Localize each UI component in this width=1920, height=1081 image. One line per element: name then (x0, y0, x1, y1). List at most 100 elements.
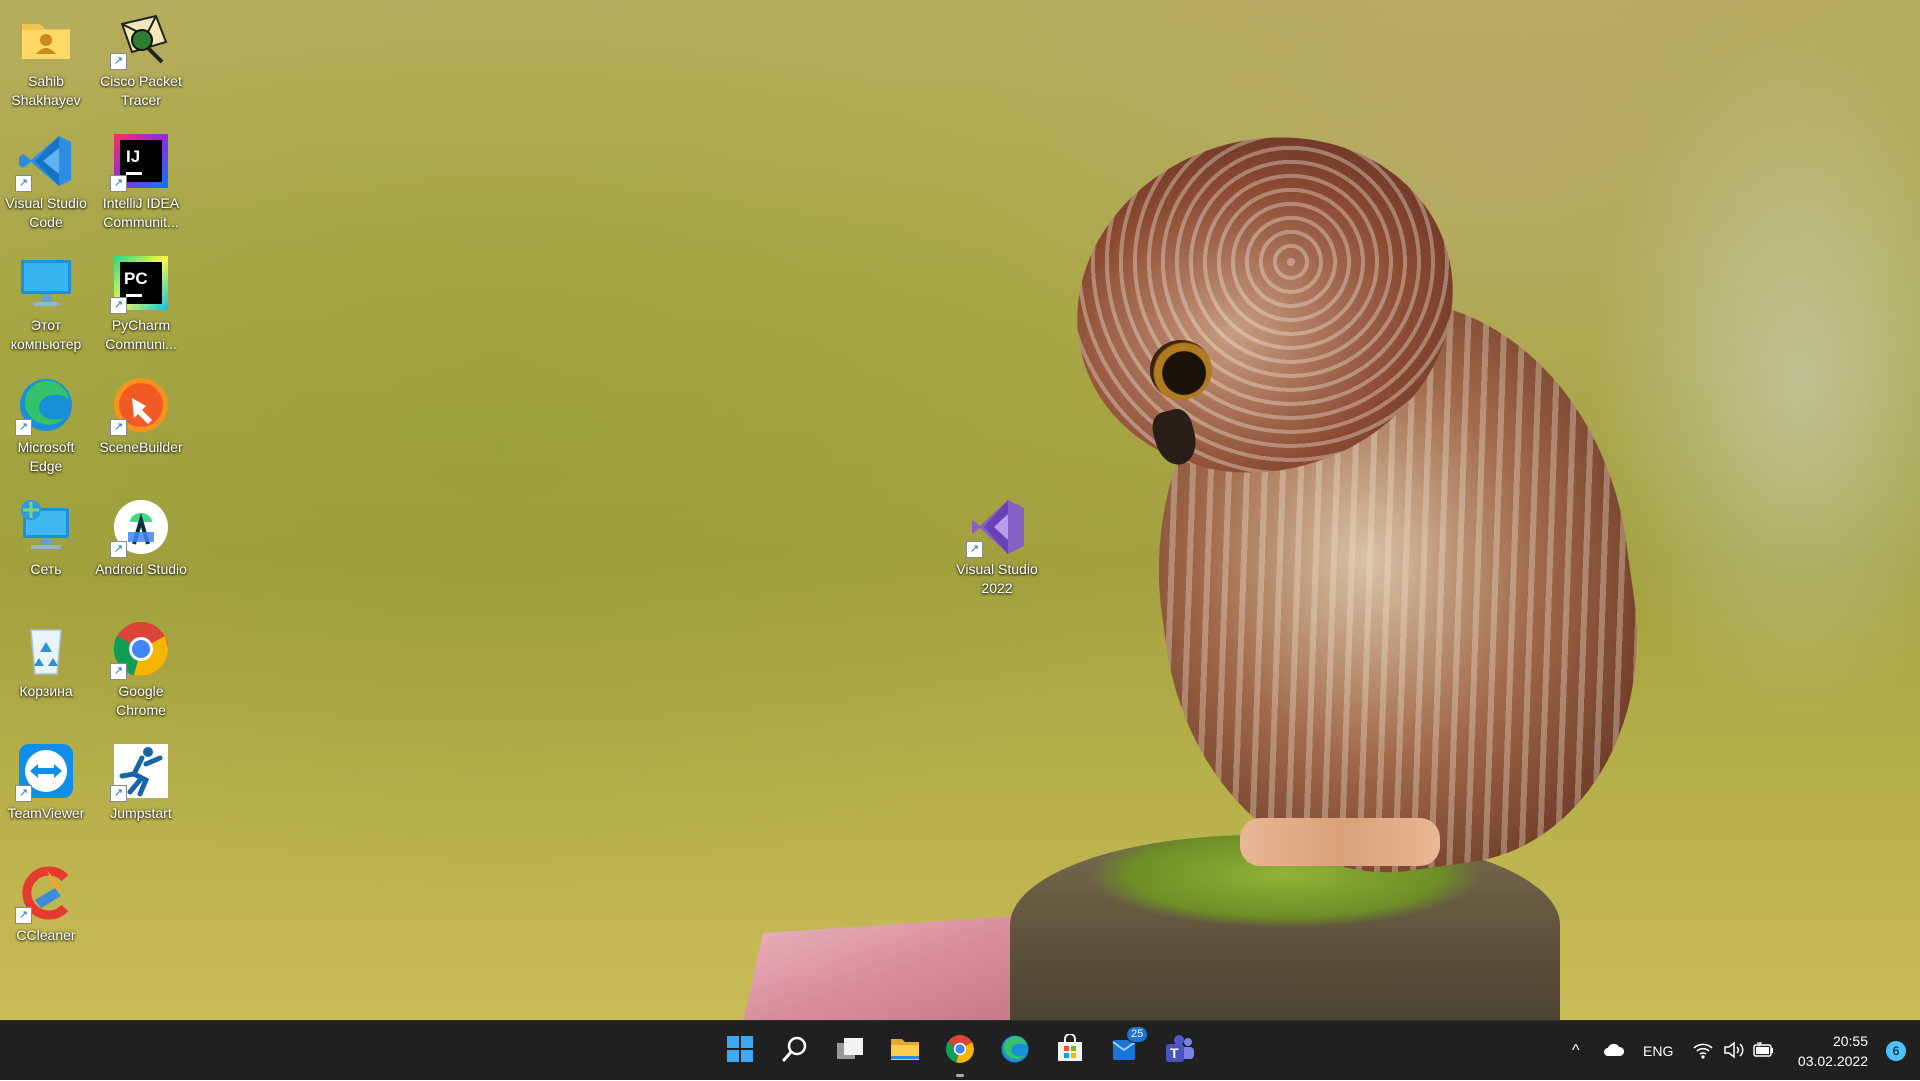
clock-date: 03.02.2022 (1797, 1053, 1868, 1069)
teams-taskbar-button[interactable]: T (1160, 1031, 1200, 1071)
desktop-icon-visual-studio[interactable]: ↗ Visual Studio 2022 (951, 494, 1043, 598)
store-icon (1055, 1032, 1085, 1069)
wallpaper-owl-feet (1240, 818, 1440, 866)
volume-tray-button[interactable] (1723, 1021, 1745, 1081)
desktop-icon-label: Корзина (19, 683, 73, 699)
desktop-icon-ccleaner[interactable]: ↗ CCleaner (0, 860, 92, 945)
show-hidden-icons-button[interactable]: ^ (1572, 1021, 1580, 1081)
desktop-icon-teamviewer[interactable]: ↗ TeamViewer (0, 738, 92, 823)
desktop-icon-cisco-packet-tracer[interactable]: ↗ Cisco Packet Tracer (95, 6, 187, 110)
shortcut-arrow-icon: ↗ (110, 663, 127, 680)
network-icon (17, 498, 75, 556)
language-label: ENG (1643, 1043, 1674, 1059)
shortcut-arrow-icon: ↗ (110, 53, 127, 70)
desktop-icon-label: Sahib Shakhayev (11, 73, 81, 108)
speaker-icon (1723, 1040, 1745, 1062)
teamviewer-icon: ↗ (15, 742, 75, 802)
desktop-icon-label: Visual Studio Code (5, 195, 87, 230)
notification-badge[interactable]: 6 (1886, 1041, 1906, 1061)
desktop-icon-vscode[interactable]: ↗ Visual Studio Code (0, 128, 92, 232)
search-button[interactable] (775, 1031, 815, 1071)
shortcut-arrow-icon: ↗ (110, 175, 127, 192)
wifi-icon (1693, 1041, 1713, 1062)
desktop-icon-intellij[interactable]: IJ ↗ IntelliJ IDEA Communit... (95, 128, 187, 232)
desktop-icon-edge[interactable]: ↗ Microsoft Edge (0, 372, 92, 476)
recycle-bin-icon (17, 620, 75, 678)
wallpaper-pink-stone (740, 915, 1030, 1020)
onedrive-tray-button[interactable] (1603, 1021, 1625, 1081)
shortcut-arrow-icon: ↗ (110, 297, 127, 314)
windows-start-icon (726, 1035, 754, 1068)
shortcut-arrow-icon: ↗ (15, 907, 32, 924)
svg-text:IJ: IJ (126, 147, 140, 166)
desktop-icon-label: Visual Studio 2022 (956, 561, 1038, 596)
android-studio-icon: ↗ (110, 498, 170, 558)
desktop-icon-label: PyCharm Communi... (105, 317, 177, 352)
desktop-icon-jumpstart[interactable]: ↗ Jumpstart (95, 738, 187, 823)
shortcut-arrow-icon: ↗ (110, 419, 127, 436)
mail-icon: 25 (1110, 1025, 1149, 1069)
network-tray-button[interactable] (1693, 1021, 1713, 1081)
pycharm-icon: PC ↗ (110, 254, 170, 314)
desktop-icon-recycle-bin[interactable]: Корзина (0, 616, 92, 701)
jumpstart-icon: ↗ (110, 742, 170, 802)
language-indicator[interactable]: ENG (1643, 1021, 1673, 1081)
this-pc-icon (17, 254, 75, 312)
desktop-icon-label: Jumpstart (110, 805, 172, 821)
shortcut-arrow-icon: ↗ (15, 175, 32, 192)
battery-charging-icon (1753, 1041, 1775, 1062)
taskbar: 25 T ^ ENG 20:55 03.02.2022 6 (0, 1020, 1920, 1080)
teams-icon: T (1164, 1034, 1196, 1069)
desktop-icon-label: IntelliJ IDEA Communit... (102, 195, 180, 230)
edge-icon (1000, 1034, 1030, 1069)
shortcut-arrow-icon: ↗ (110, 785, 127, 802)
edge-icon: ↗ (15, 376, 75, 436)
visual-studio-icon: ↗ (966, 498, 1026, 558)
scenebuilder-icon: ↗ (110, 376, 170, 436)
desktop-icon-label: Android Studio (95, 561, 187, 577)
desktop-icon-label: CCleaner (16, 927, 76, 943)
desktop-icon-label: Сеть (30, 561, 62, 577)
desktop-icon-pycharm[interactable]: PC ↗ PyCharm Communi... (95, 250, 187, 354)
mail-badge: 25 (1126, 1025, 1149, 1043)
user-folder-icon (17, 10, 75, 68)
store-taskbar-button[interactable] (1050, 1031, 1090, 1071)
task-view-icon (835, 1035, 865, 1068)
desktop-icon-label: Этот компьютер (10, 317, 82, 352)
desktop-icon-label: TeamViewer (7, 805, 85, 821)
desktop-icon-label: SceneBuilder (99, 439, 183, 455)
start-button[interactable] (720, 1031, 760, 1071)
shortcut-arrow-icon: ↗ (966, 541, 983, 558)
clock[interactable]: 20:55 03.02.2022 (1798, 1031, 1868, 1071)
svg-text:PC: PC (124, 269, 148, 288)
clock-time: 20:55 (1832, 1033, 1868, 1049)
cisco-packet-tracer-icon: ↗ (110, 10, 170, 70)
chrome-icon: ↗ (110, 620, 170, 680)
intellij-icon: IJ ↗ (110, 132, 170, 192)
desktop-icon-scenebuilder[interactable]: ↗ SceneBuilder (95, 372, 187, 457)
desktop-icon-user-folder[interactable]: Sahib Shakhayev (0, 6, 92, 110)
ccleaner-icon: ↗ (15, 864, 75, 924)
edge-taskbar-button[interactable] (995, 1031, 1035, 1071)
desktop-icon-label: Cisco Packet Tracer (100, 73, 182, 108)
mail-taskbar-button[interactable]: 25 (1105, 1025, 1149, 1071)
cloud-icon (1603, 1042, 1625, 1061)
desktop-icon-chrome[interactable]: ↗ Google Chrome (95, 616, 187, 720)
search-icon (781, 1035, 809, 1068)
desktop-icon-network[interactable]: Сеть (0, 494, 92, 579)
shortcut-arrow-icon: ↗ (110, 541, 127, 558)
desktop-icon-this-pc[interactable]: Этот компьютер (0, 250, 92, 354)
desktop-icon-label: Microsoft Edge (17, 439, 75, 474)
vscode-icon: ↗ (15, 132, 75, 192)
task-view-button[interactable] (830, 1031, 870, 1071)
svg-text:T: T (1170, 1045, 1179, 1061)
shortcut-arrow-icon: ↗ (15, 419, 32, 436)
chrome-taskbar-button[interactable] (940, 1031, 980, 1077)
chevron-up-icon: ^ (1572, 1042, 1580, 1059)
desktop-icon-label: Google Chrome (116, 683, 166, 718)
wallpaper-owl-eye (1150, 340, 1212, 400)
file-explorer-button[interactable] (885, 1031, 925, 1071)
chrome-icon (945, 1034, 975, 1069)
battery-tray-button[interactable] (1753, 1021, 1775, 1081)
desktop-icon-android-studio[interactable]: ↗ Android Studio (95, 494, 187, 579)
